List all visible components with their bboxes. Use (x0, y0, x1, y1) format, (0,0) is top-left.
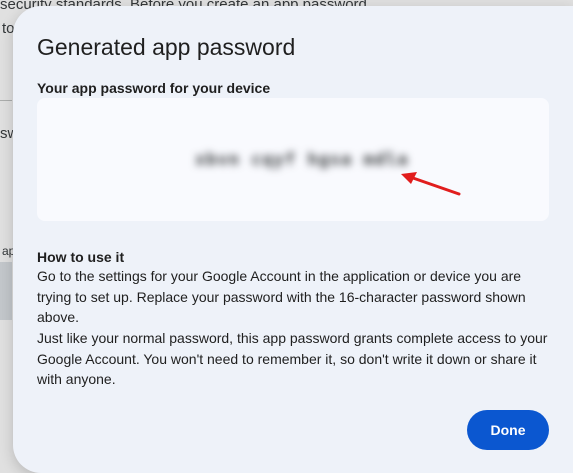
dialog-title: Generated app password (37, 34, 296, 60)
how-to-use-paragraph: Go to the settings for your Google Accou… (37, 268, 526, 325)
app-password-value: xbvn cqyf hgsa mdla (195, 150, 409, 170)
app-password-dialog: Generated app password Your app password… (13, 6, 573, 473)
how-to-use-title: How to use it (37, 249, 125, 265)
done-button[interactable]: Done (467, 410, 549, 450)
how-to-use-paragraph: Just like your normal password, this app… (37, 330, 548, 387)
password-subhead: Your app password for your device (37, 80, 271, 96)
red-arrow-icon (401, 172, 461, 196)
password-box: xbvn cqyf hgsa mdla (37, 98, 549, 221)
